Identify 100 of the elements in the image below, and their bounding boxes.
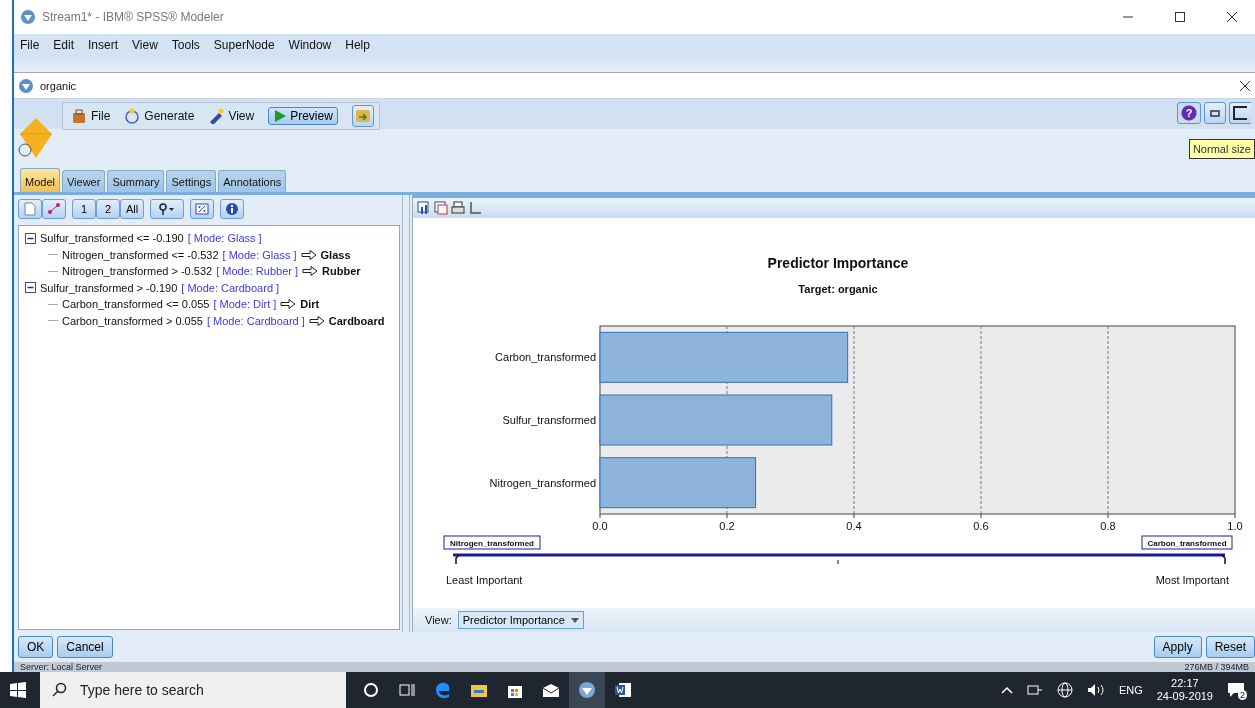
tab[interactable]: Model: [20, 168, 60, 192]
menu-item[interactable]: Window: [288, 38, 332, 52]
speaker-icon[interactable]: [1086, 683, 1105, 697]
arrow-icon: [300, 249, 317, 260]
chart-subtitle: Target: organic: [798, 283, 878, 295]
menu-item[interactable]: Tools: [171, 38, 200, 52]
level-button[interactable]: All: [120, 199, 144, 219]
view-label: View:: [425, 614, 452, 626]
app-logo-icon: [20, 9, 36, 25]
toolbar-menu[interactable]: View: [208, 108, 255, 124]
level-button[interactable]: 1: [72, 199, 96, 219]
help-button[interactable]: ?: [1177, 102, 1201, 124]
windows-start-icon[interactable]: [10, 682, 26, 698]
tree-node-mode: [ Mode: Glass ]: [222, 248, 297, 261]
bar-chart-copy-icon[interactable]: [417, 201, 431, 215]
tree-node-condition[interactable]: Carbon_transformed > 0.055: [62, 314, 203, 327]
print-icon[interactable]: [451, 201, 465, 215]
tab[interactable]: Viewer: [61, 170, 106, 192]
tab[interactable]: Settings: [166, 170, 217, 192]
menu-item[interactable]: Help: [345, 38, 370, 52]
globe-icon[interactable]: [1056, 682, 1073, 698]
chart-title: Predictor Importance: [767, 255, 909, 271]
x-tick-label: 0.6: [973, 520, 989, 532]
notification-count: 2: [1238, 690, 1247, 700]
cortana-icon[interactable]: [362, 681, 380, 699]
language-indicator[interactable]: ENG: [1118, 684, 1143, 696]
taskbar-search-field[interactable]: Type here to search: [40, 672, 346, 708]
category-label: Nitrogen_transformed: [489, 476, 596, 489]
restore-icon: [1210, 109, 1220, 117]
maximize-icon: [1233, 106, 1247, 120]
dialog-button[interactable]: Apply: [1153, 636, 1202, 658]
tree-node-condition[interactable]: Nitrogen_transformed <= -0.532: [62, 248, 219, 261]
menu-item[interactable]: Edit: [53, 38, 75, 52]
collapse-icon[interactable]: [25, 282, 36, 294]
toolbar-menu[interactable]: Generate: [124, 108, 195, 124]
arrow-icon: [280, 299, 297, 310]
mail-envelope-icon[interactable]: [542, 681, 560, 699]
clock-date[interactable]: 24-09-2019: [1156, 690, 1213, 703]
info-button[interactable]: [220, 199, 244, 219]
export-button[interactable]: [351, 105, 374, 127]
search-icon: [52, 682, 68, 698]
collapse-icon[interactable]: [25, 232, 36, 244]
info-icon: [225, 202, 239, 216]
edge-browser-icon[interactable]: [434, 681, 452, 699]
network-icon[interactable]: [1026, 683, 1043, 697]
diamond-app-icon[interactable]: [578, 681, 596, 699]
tree-node-condition[interactable]: Carbon_transformed <= 0.055: [62, 298, 210, 311]
x-tick-label: 0.8: [1100, 520, 1116, 532]
preview-button[interactable]: Preview: [268, 107, 338, 125]
tab[interactable]: Annotations: [218, 170, 287, 192]
server-status: Server: Local Server: [20, 662, 103, 672]
window-title: Stream1* - IBM® SPSS® Modeler: [42, 10, 224, 24]
tree-node-condition[interactable]: Sulfur_transformed <= -0.190: [40, 232, 184, 245]
document-icon: [24, 202, 36, 216]
briefcase-icon: [71, 108, 87, 124]
menu-label: Generate: [144, 109, 195, 123]
chevron-up-icon[interactable]: [1000, 686, 1013, 694]
dialog-button[interactable]: Reset: [1205, 636, 1255, 658]
x-tick-label: 0.2: [719, 520, 735, 532]
pin-dropdown-button[interactable]: [150, 199, 184, 219]
menu-item[interactable]: File: [20, 38, 40, 52]
dialog-title: organic: [40, 79, 77, 92]
export-icon: [354, 108, 371, 124]
notifications-button[interactable]: 2: [1227, 682, 1245, 698]
x-tick-label: 0.0: [592, 520, 608, 532]
dialog-button[interactable]: Cancel: [57, 636, 113, 658]
most-important-predictor-tag: Carbon_transformed: [1141, 535, 1233, 550]
menu-item[interactable]: Insert: [88, 38, 119, 52]
dialog-button[interactable]: OK: [18, 636, 54, 658]
tree-node-mode: [ Mode: Glass ]: [187, 232, 262, 245]
memory-status: 276MB / 394MB: [1184, 662, 1249, 672]
copy-button[interactable]: [18, 199, 42, 219]
view-dropdown[interactable]: Predictor Importance: [457, 611, 584, 629]
maximize-button[interactable]: [1229, 102, 1251, 124]
word-document-icon[interactable]: [614, 681, 632, 699]
tree-node-mode: [ Mode: Cardboard ]: [181, 281, 280, 294]
percent-button[interactable]: [190, 199, 214, 219]
table-copy-icon[interactable]: [434, 201, 448, 215]
arrow-icon: [302, 266, 319, 277]
tree-button[interactable]: [42, 199, 66, 219]
tree-node-mode: [ Mode: Rubber ]: [216, 265, 299, 278]
tooltip: Normal size: [1188, 139, 1255, 159]
tree-node-mode: [ Mode: Dirt ]: [213, 298, 277, 311]
clock-time[interactable]: 22:17: [1171, 677, 1199, 690]
toolbar-menu[interactable]: File: [71, 108, 111, 124]
close-icon[interactable]: [1239, 79, 1251, 92]
tree-node-condition[interactable]: Nitrogen_transformed > -0.532: [62, 265, 213, 278]
tree-node-mode: [ Mode: Cardboard ]: [206, 314, 305, 327]
tree-node-result: Glass: [320, 248, 351, 261]
most-important-label: Most Important: [1155, 574, 1229, 586]
pin-caret-icon: [158, 203, 176, 215]
wand-icon: [208, 108, 225, 124]
normal-size-button[interactable]: [1204, 102, 1226, 124]
level-button[interactable]: 2: [96, 199, 120, 219]
tree-node-condition[interactable]: Sulfur_transformed > -0.190: [40, 281, 178, 294]
menu-item[interactable]: View: [132, 38, 158, 52]
tab[interactable]: Summary: [107, 170, 165, 192]
task-view-icon[interactable]: [398, 681, 416, 699]
axis-icon[interactable]: [468, 201, 482, 215]
menu-item[interactable]: SuperNode: [213, 38, 275, 52]
